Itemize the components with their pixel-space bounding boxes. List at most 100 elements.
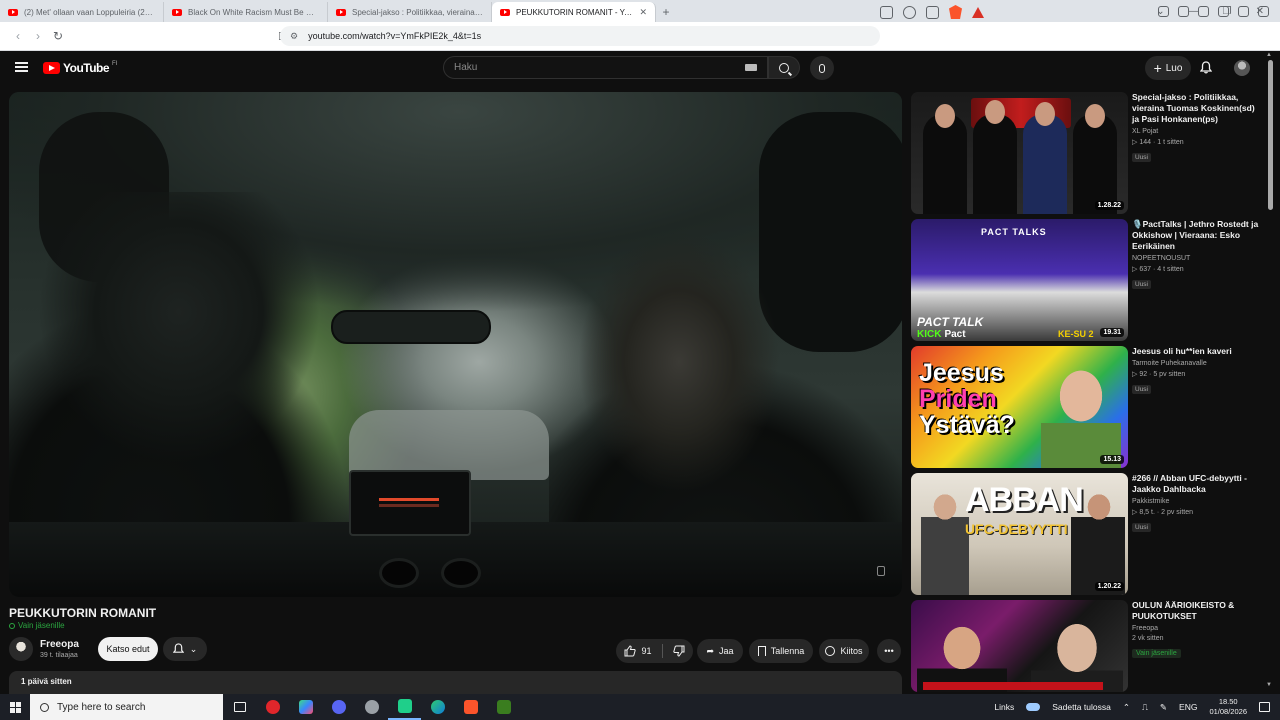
channel-name[interactable]: Freeopa [40, 639, 79, 650]
zoom-icon[interactable] [903, 5, 916, 19]
video-title[interactable]: #266 // Abban UFC-debyytti - Jaakko Dahl… [1132, 473, 1262, 495]
channel-name[interactable]: XL Pojat [1132, 128, 1262, 135]
video-player[interactable] [9, 92, 902, 597]
vpn-icon[interactable] [1238, 6, 1249, 17]
video-title[interactable]: OULUN ÄÄRIOIKEISTO & PUUKOTUKSET [1132, 600, 1262, 622]
hamburger-menu-icon[interactable] [15, 62, 28, 72]
photos-app[interactable] [289, 694, 322, 720]
player-info-icon[interactable] [877, 566, 885, 576]
keyboard-icon[interactable] [745, 64, 757, 71]
time: 18.50 [1218, 697, 1238, 706]
new-badge: Uusi [1132, 385, 1152, 394]
channel-name[interactable]: Freeopa [1132, 625, 1262, 632]
voice-search-button[interactable] [810, 56, 834, 80]
sidebar-icon[interactable] [1178, 6, 1189, 17]
plus-icon: + [1153, 60, 1162, 76]
edge-app[interactable] [421, 694, 454, 720]
browser-tab-active[interactable]: PEUKKUTORIN ROMANIT - Yo... ✕ [492, 2, 656, 22]
thumbnail-kick: KICK Pact [917, 329, 966, 340]
microphone-icon [819, 63, 825, 73]
thumbnail-text: UFC-DEBYYTTI [965, 521, 1068, 537]
scroll-up-icon[interactable]: ▲ [1266, 52, 1272, 58]
thumbnail-person [1031, 604, 1123, 692]
settings-app[interactable] [355, 694, 388, 720]
save-button[interactable]: Tallenna [749, 639, 813, 663]
page-scrollbar[interactable] [1268, 60, 1273, 210]
video-thumbnail[interactable]: 1.28.22 [911, 92, 1128, 214]
thanks-button[interactable]: Kiitos [819, 639, 869, 663]
weather-text[interactable]: Sadetta tulossa [1052, 702, 1111, 712]
recommended-video[interactable]: OULUN ÄÄRIOIKEISTO & PUUKOTUKSET Freeopa… [911, 600, 1266, 692]
leo-ai-icon[interactable] [1218, 6, 1229, 17]
brave-rewards-icon[interactable] [972, 6, 984, 18]
video-title[interactable]: Special-jakso : Politiikkaa, vieraina Tu… [1132, 92, 1262, 125]
browser-tab[interactable]: Special-jakso : Politiikkaa, vieraina To… [328, 2, 492, 22]
back-icon[interactable]: ‹ [8, 29, 28, 43]
browser-tab[interactable]: Black On White Racism Must Be STO... [164, 2, 328, 22]
brave-shields-icon[interactable] [949, 5, 962, 19]
player-app[interactable] [487, 694, 520, 720]
share-button[interactable]: ➦ Jaa [697, 639, 743, 663]
recommended-video[interactable]: ABBAN UFC-DEBYYTTI 1.20.22 #266 // Abban… [911, 473, 1266, 595]
recommended-video[interactable]: 1.28.22 Special-jakso : Politiikkaa, vie… [911, 92, 1266, 214]
subscription-bell-button[interactable]: ⌄ [163, 637, 207, 661]
new-tab-button[interactable]: + [656, 2, 676, 22]
links-toolbar[interactable]: Links [994, 702, 1014, 712]
language-indicator[interactable]: ENG [1179, 702, 1197, 712]
task-view-button[interactable] [223, 694, 256, 720]
discord-app[interactable] [322, 694, 355, 720]
channel-avatar[interactable] [9, 637, 33, 661]
brave-app[interactable] [454, 694, 487, 720]
view-stats: ▷ 92 · 5 pv sitten [1132, 371, 1186, 378]
close-tab-icon[interactable]: ✕ [639, 7, 647, 18]
pen-icon[interactable]: ✎ [1160, 702, 1167, 713]
cast-icon[interactable] [926, 5, 939, 19]
site-info-icon[interactable]: ⚙ [290, 31, 298, 42]
thumbnail-text: ABBAN [965, 481, 1084, 519]
network-icon[interactable]: ⎍ [1142, 702, 1148, 713]
opera-app[interactable] [256, 694, 289, 720]
reload-icon[interactable]: ↻ [48, 29, 68, 43]
photos-icon [298, 700, 313, 714]
channel-name[interactable]: Tarmoite Puhekanavalle [1132, 360, 1262, 367]
rearview-mirror [331, 310, 491, 344]
search-placeholder: Haku [454, 62, 478, 73]
taskbar-search-input[interactable]: Type here to search [30, 694, 223, 720]
scroll-down-icon[interactable]: ▼ [1266, 682, 1272, 688]
join-button[interactable]: Katso edut [98, 637, 158, 661]
url-field[interactable]: ⚙ youtube.com/watch?v=YmFkPIE2k_4&t=1s [280, 26, 880, 46]
recommended-video[interactable]: PACT TALKS PACT TALK KICK Pact KE-SU 2 19… [911, 219, 1266, 341]
clock[interactable]: 18.50 01/08/2026 [1209, 697, 1247, 717]
video-thumbnail[interactable]: PACT TALKS PACT TALK KICK Pact KE-SU 2 19… [911, 219, 1128, 341]
recommended-video[interactable]: Jeesus Priden Ystävä? 15.13 Jeesus oli h… [911, 346, 1266, 468]
thumbnail-face [1035, 102, 1055, 126]
thumbs-down-icon[interactable] [672, 645, 685, 657]
video-title[interactable]: Jeesus oli hu**ien kaveri [1132, 346, 1262, 357]
account-avatar[interactable] [1234, 60, 1250, 76]
video-title[interactable]: 🎙️PactTalks | Jethro Rostedt ja Okkishow… [1132, 219, 1262, 252]
browser-tab[interactable]: (2) Met' ollaan vaan Loppuleiria (200... [0, 2, 164, 22]
video-thumbnail[interactable]: Jeesus Priden Ystävä? 15.13 [911, 346, 1128, 468]
media-app[interactable] [388, 694, 421, 720]
forward-icon[interactable]: › [28, 29, 48, 43]
video-thumbnail[interactable]: ABBAN UFC-DEBYYTTI 1.20.22 [911, 473, 1128, 595]
channel-name[interactable]: NOPEETNOUSUT [1132, 255, 1262, 262]
search-input[interactable]: Haku [443, 56, 768, 79]
notifications-icon[interactable] [1259, 702, 1270, 712]
like-button[interactable]: 91 [624, 645, 652, 657]
notifications-bell-icon[interactable] [1200, 61, 1212, 74]
date: 01/08/2026 [1209, 707, 1247, 716]
translate-icon[interactable] [880, 5, 893, 19]
channel-name[interactable]: Pakkistmike [1132, 498, 1262, 505]
chevron-up-icon[interactable]: ⌃ [1123, 702, 1130, 713]
youtube-logo[interactable]: YouTube FI [43, 61, 117, 75]
media-icon[interactable] [1158, 6, 1169, 17]
search-button[interactable] [768, 56, 800, 79]
menu-icon[interactable] [1258, 6, 1269, 17]
more-actions-button[interactable]: ••• [877, 639, 901, 663]
video-thumbnail[interactable] [911, 600, 1128, 692]
create-label: Luo [1165, 62, 1183, 74]
start-button[interactable] [0, 694, 30, 720]
extensions-icon[interactable] [1198, 6, 1209, 17]
create-button[interactable]: + Luo [1145, 56, 1191, 80]
